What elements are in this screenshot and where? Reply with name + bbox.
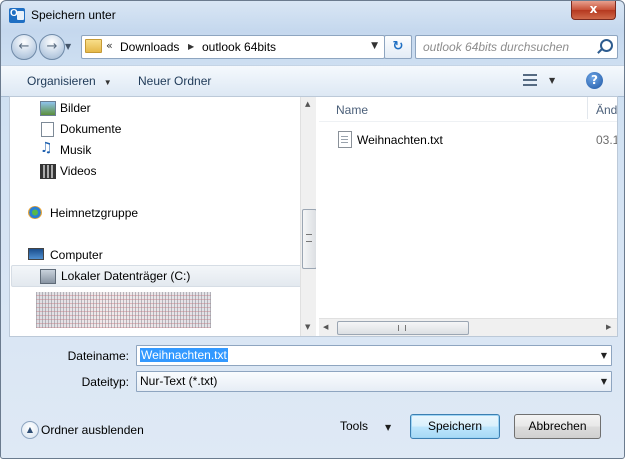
list-item[interactable]: Weihnachten.txt 03.1 (336, 130, 617, 150)
help-icon[interactable]: ? (586, 72, 603, 89)
navigation-bar: ← → ▼ « Downloads ▶ outlook 64bits ▼ ↻ o… (1, 29, 624, 63)
filetype-label: Dateityp: (81, 375, 129, 389)
refresh-button[interactable]: ↻ (384, 35, 412, 59)
file-list-pane: ˄ Name Änd Weihnachten.txt 03.1 ◀ ▶ (319, 97, 617, 336)
music-icon: ♫ (40, 140, 53, 156)
file-list-scrollbar[interactable]: ◀ ▶ (319, 318, 617, 336)
forward-button[interactable]: → (39, 34, 65, 60)
sort-ascending-icon: ˄ (457, 97, 461, 103)
search-placeholder: outlook 64bits durchsuchen (423, 40, 570, 54)
chevron-down-icon: ▼ (103, 78, 112, 87)
sidebar-item-computer[interactable]: Computer (24, 245, 313, 265)
new-folder-button[interactable]: Neuer Ordner (138, 74, 211, 88)
sidebar-item-local-disk[interactable]: Lokaler Datenträger (C:) (11, 265, 302, 287)
address-bar[interactable]: « Downloads ▶ outlook 64bits ▼ (81, 35, 385, 59)
folder-icon (85, 39, 102, 53)
text-file-icon (338, 131, 352, 148)
navigation-pane-scrollbar[interactable]: ▲ ▼ (300, 97, 316, 336)
tools-menu[interactable]: Tools (340, 419, 368, 433)
command-bar: Organisieren ▼ Neuer Ordner ▼ ? (1, 65, 624, 97)
sidebar-item-label: Dokumente (60, 122, 122, 136)
filetype-select[interactable]: Nur-Text (*.txt) ▼ (136, 371, 612, 392)
column-header-name[interactable]: Name (336, 103, 368, 117)
chevron-down-icon[interactable]: ▼ (601, 377, 607, 386)
arrow-right-icon: → (46, 39, 58, 54)
refresh-icon: ↻ (392, 39, 404, 54)
scroll-up-icon[interactable]: ▲ (305, 100, 310, 108)
column-divider[interactable] (587, 97, 588, 119)
local-disk-icon (40, 269, 56, 284)
view-options-icon[interactable] (523, 74, 537, 86)
file-date: 03.1 (596, 133, 617, 147)
breadcrumb-separator-icon[interactable]: ▶ (188, 42, 194, 51)
back-button[interactable]: ← (11, 34, 37, 60)
window-title: Speichern unter (31, 8, 116, 22)
file-name: Weihnachten.txt (357, 133, 443, 147)
organize-menu[interactable]: Organisieren ▼ (27, 74, 112, 88)
recent-locations-dropdown[interactable]: ▼ (65, 42, 71, 51)
address-dropdown-icon[interactable]: ▼ (371, 41, 378, 51)
chevron-up-icon: ▲ (26, 425, 34, 434)
navigation-pane: Bilder Dokumente ♫ Musik Videos Heimnetz… (10, 97, 316, 336)
scrollbar-thumb[interactable] (302, 209, 316, 269)
filename-value: Weihnachten.txt (140, 348, 228, 362)
close-button[interactable]: x (571, 1, 616, 20)
sidebar-item-videos[interactable]: Videos (34, 161, 316, 181)
chevron-down-icon[interactable]: ▼ (601, 351, 607, 360)
view-dropdown-icon[interactable]: ▼ (549, 76, 555, 85)
outlook-icon (9, 8, 25, 23)
arrow-left-icon: ← (18, 39, 30, 54)
sidebar-item-label: Videos (60, 164, 97, 178)
filename-field[interactable]: Weihnachten.txt ▼ (136, 345, 612, 366)
hide-folders-label[interactable]: Ordner ausblenden (41, 423, 144, 437)
cancel-button[interactable]: Abbrechen (514, 414, 601, 439)
sidebar-item-label: Lokaler Datenträger (C:) (61, 269, 191, 283)
redacted-region (36, 292, 211, 328)
column-header-row: ˄ Name Änd (319, 97, 617, 122)
scroll-down-icon[interactable]: ▼ (305, 323, 310, 331)
scroll-left-icon[interactable]: ◀ (323, 323, 328, 331)
sidebar-item-homegroup[interactable]: Heimnetzgruppe (24, 203, 313, 223)
documents-icon (41, 122, 54, 137)
hide-folders-button[interactable]: ▲ (21, 421, 39, 439)
title-bar: Speichern unter x (1, 1, 624, 29)
scrollbar-thumb[interactable] (337, 321, 469, 335)
chevron-down-icon[interactable]: ▼ (385, 423, 391, 432)
breadcrumb-outlook-64bits[interactable]: outlook 64bits (202, 40, 276, 54)
sidebar-item-label: Computer (50, 248, 103, 262)
sidebar-item-documents[interactable]: Dokumente (34, 119, 316, 139)
sidebar-item-label: Musik (60, 143, 92, 157)
save-button[interactable]: Speichern (410, 414, 500, 439)
homegroup-icon (28, 206, 42, 219)
videos-icon (40, 164, 56, 179)
breadcrumb-overflow[interactable]: « (106, 39, 113, 52)
browser-area: Bilder Dokumente ♫ Musik Videos Heimnetz… (9, 96, 618, 337)
breadcrumb-downloads[interactable]: Downloads (120, 40, 179, 54)
save-as-dialog: Speichern unter x ← → ▼ « Downloads ▶ ou… (0, 0, 625, 459)
sidebar-item-label: Bilder (60, 101, 91, 115)
sidebar-item-label: Heimnetzgruppe (50, 206, 139, 220)
search-input[interactable]: outlook 64bits durchsuchen (415, 35, 618, 59)
search-icon[interactable] (600, 39, 613, 52)
column-header-date[interactable]: Änd (596, 103, 617, 117)
organize-label: Organisieren (27, 74, 96, 88)
sidebar-item-pictures[interactable]: Bilder (34, 98, 316, 118)
filetype-value: Nur-Text (*.txt) (140, 374, 218, 388)
filename-label: Dateiname: (67, 349, 129, 363)
scroll-right-icon[interactable]: ▶ (606, 323, 611, 331)
computer-icon (28, 248, 44, 260)
sidebar-item-music[interactable]: ♫ Musik (34, 140, 316, 160)
pictures-icon (40, 101, 56, 116)
